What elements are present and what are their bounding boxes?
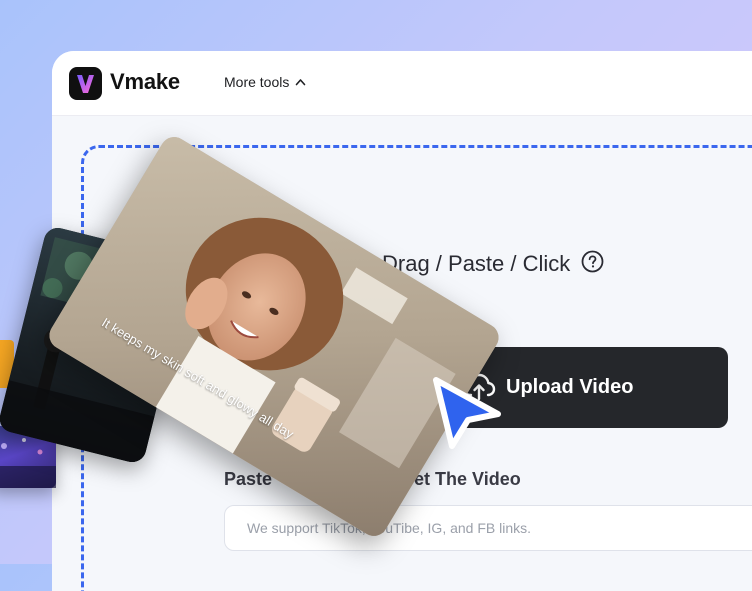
brand-name[interactable]: Vmake — [110, 69, 180, 95]
drop-hint-text: Drag / Paste / Click — [382, 251, 571, 276]
question-circle-icon[interactable] — [581, 250, 604, 278]
top-navigation-bar: Vmake More tools — [52, 51, 752, 116]
link-input-container[interactable] — [224, 505, 752, 551]
more-tools-menu[interactable]: More tools — [224, 73, 306, 91]
video-link-input[interactable] — [245, 519, 729, 537]
upload-video-label: Upload Video — [506, 376, 634, 398]
more-tools-label: More tools — [224, 74, 290, 90]
vmake-logo-icon[interactable] — [69, 67, 102, 100]
drop-hint: Drag / Paste / Click — [382, 250, 604, 278]
chevron-up-icon — [295, 73, 306, 91]
pointer-cursor-icon — [426, 372, 506, 457]
